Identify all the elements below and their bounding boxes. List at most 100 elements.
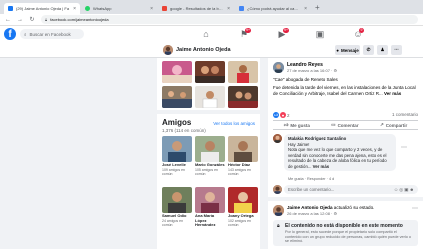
photo-thumbnail[interactable] bbox=[195, 86, 225, 108]
flag-icon[interactable]: ⚑ 9+ bbox=[238, 27, 251, 40]
browser-tab-whatsapp[interactable]: WhatsApp × bbox=[81, 3, 157, 14]
friend-item[interactable]: Ana María López Hernández bbox=[195, 187, 225, 235]
facebook-logo-icon[interactable]: f bbox=[4, 28, 16, 40]
photo-thumbnail[interactable] bbox=[162, 61, 192, 83]
profile-sticky-bar: Jaime Antonio Ojeda ● Mensaje ✆ ♟ ⋯ bbox=[0, 42, 423, 58]
friend-mutual: 24 amigos en común bbox=[162, 218, 184, 227]
friend-photo[interactable] bbox=[228, 136, 258, 162]
new-tab-button[interactable]: + bbox=[315, 3, 320, 14]
close-tab-icon[interactable]: × bbox=[73, 6, 76, 12]
friend-name[interactable]: Ana María López Hernández bbox=[195, 213, 225, 228]
like-button[interactable]: 👍︎ Me gusta bbox=[284, 122, 310, 128]
friends-card: Amigos Ver todos los amigos 1,376 (114 e… bbox=[157, 114, 260, 249]
friend-photo[interactable] bbox=[228, 187, 258, 213]
more-options-button[interactable]: ⋯ bbox=[391, 45, 402, 55]
avatar[interactable] bbox=[273, 62, 284, 73]
friend-photo[interactable] bbox=[162, 187, 192, 213]
home-icon[interactable]: ⌂ bbox=[200, 29, 212, 39]
post-text: "Cae" abogada de Reneto Sales Fue deteni… bbox=[273, 77, 418, 97]
friend-photo[interactable] bbox=[195, 136, 225, 162]
url-field[interactable]: 🔒︎ facebook.com/jaimeantonioojeda bbox=[41, 15, 418, 24]
see-more-link[interactable]: Ver más bbox=[313, 164, 330, 169]
message-button-label: Mensaje bbox=[340, 47, 359, 53]
friend-photo[interactable] bbox=[162, 136, 192, 162]
comment-input[interactable]: Escribe un comentario... ☺ ◎ ▣ ☻ bbox=[284, 185, 418, 194]
photo-thumbnail[interactable] bbox=[195, 61, 225, 83]
see-more-link[interactable]: Ver más bbox=[384, 91, 401, 96]
main-nav: ⌂ ⚑ 9+ ▶ 9+ ▣ ☺ 9 bbox=[200, 27, 364, 41]
groups-icon[interactable]: ☺ 9 bbox=[352, 28, 364, 39]
photo-thumbnail[interactable] bbox=[162, 86, 192, 108]
post-timestamp[interactable]: 26 de marzo a las 12:08 · ⚙ bbox=[287, 211, 337, 216]
browser-tab-facebook[interactable]: (29) Jaime Antonio Ojeda | Fa × bbox=[4, 3, 80, 14]
unavailable-description: Por lo general, esto sucede porque el pr… bbox=[285, 230, 412, 244]
browser-address-bar: ← → ↻ 🔒︎ facebook.com/jaimeantonioojeda bbox=[0, 14, 423, 26]
post-headline: "Cae" abogada de Reneto Sales bbox=[273, 77, 338, 82]
comment-meta[interactable]: Me gusta · Responder · 4 d bbox=[288, 177, 334, 181]
message-button[interactable]: ● Mensaje bbox=[335, 45, 360, 55]
avatar bbox=[273, 185, 282, 194]
avatar[interactable] bbox=[273, 205, 284, 216]
friend-item[interactable]: Joany Ortega 102 amigos en común bbox=[228, 187, 258, 235]
post-author-line: Jaime Antonio Ojeda actualizó su estado. bbox=[287, 205, 374, 210]
search-icon: ⌕ bbox=[24, 31, 27, 37]
call-button[interactable]: ✆ bbox=[363, 45, 374, 55]
photo-thumbnail[interactable] bbox=[228, 61, 258, 83]
post-author[interactable]: Jaime Antonio Ojeda bbox=[287, 205, 333, 210]
close-tab-icon[interactable]: × bbox=[227, 6, 230, 12]
browser-tab-article[interactable]: ¿Cómo podrá ayudar al campesino? | ... × bbox=[235, 3, 311, 14]
search-input[interactable]: ⌕ Buscar en Facebook bbox=[20, 29, 84, 39]
friend-name[interactable]: Mario Gonzáles bbox=[195, 162, 225, 168]
facebook-header: f ⌕ Buscar en Facebook ⌂ ⚑ 9+ ▶ 9+ ▣ ☺ 9 bbox=[0, 26, 423, 42]
browser-tab-bar: (29) Jaime Antonio Ojeda | Fa × WhatsApp… bbox=[0, 0, 423, 14]
reaction-icons[interactable]: 👍︎ ♥ 2 bbox=[273, 112, 290, 118]
back-arrow-icon[interactable]: ← bbox=[5, 17, 11, 23]
more-dots-icon: ⋯ bbox=[394, 47, 399, 52]
post-action-text: actualizó su estado. bbox=[332, 205, 375, 210]
see-all-friends-link[interactable]: Ver todos los amigos bbox=[213, 121, 255, 126]
comment-line: Nota que me vez lo que comparto y 2 vece… bbox=[288, 147, 387, 169]
friends-button[interactable]: ♟ bbox=[377, 45, 388, 55]
post-timestamp[interactable]: 27 de marzo a las 16:07 · ⚙ bbox=[287, 68, 337, 73]
profile-actions: ● Mensaje ✆ ♟ ⋯ bbox=[335, 45, 402, 55]
comment-icon: ▭ bbox=[331, 122, 336, 127]
photo-thumbnail[interactable] bbox=[228, 86, 258, 108]
video-icon[interactable]: ▶ 9+ bbox=[276, 27, 289, 40]
friend-mutual: 109 amigos en común bbox=[162, 167, 185, 176]
comment-tools-icon[interactable]: ☺ ◎ ▣ ☻ bbox=[394, 187, 414, 193]
friends-title[interactable]: Amigos bbox=[162, 118, 191, 127]
profile-name[interactable]: Jaime Antonio Ojeda bbox=[176, 47, 231, 53]
like-reaction-icon: 👍︎ bbox=[273, 112, 279, 118]
share-button[interactable]: ↗ Compartir bbox=[380, 122, 407, 128]
content-unavailable-box: 🔒︎ El contenido no está disponible en es… bbox=[273, 220, 418, 246]
close-tab-icon[interactable]: × bbox=[304, 6, 307, 12]
friend-item[interactable]: Mario Gonzáles 105 amigos en común bbox=[195, 136, 225, 184]
comment-button[interactable]: ▭ Comentar bbox=[331, 122, 358, 128]
notification-badge: 9+ bbox=[283, 27, 289, 33]
browser-tab-google[interactable]: google - Resultados de la búsq × bbox=[158, 3, 234, 14]
comment-count[interactable]: 1 comentario bbox=[392, 112, 418, 118]
forward-arrow-icon[interactable]: → bbox=[17, 17, 23, 23]
friend-mutual: 102 amigos en común bbox=[228, 218, 251, 227]
avatar[interactable] bbox=[163, 45, 173, 55]
post-card: Jaime Antonio Ojeda actualizó su estado.… bbox=[268, 201, 423, 249]
reload-icon[interactable]: ↻ bbox=[29, 16, 35, 23]
more-dots-icon[interactable]: ⋯ bbox=[401, 144, 407, 151]
thumbs-up-icon: 👍︎ bbox=[283, 122, 289, 127]
marketplace-icon[interactable]: ▣ bbox=[314, 29, 326, 40]
post-actions: 👍︎ Me gusta ▭ Comentar ↗ Compartir bbox=[273, 120, 418, 130]
tab-title: google - Resultados de la búsq bbox=[170, 6, 225, 11]
friend-photo[interactable] bbox=[195, 187, 225, 213]
close-tab-icon[interactable]: × bbox=[150, 6, 153, 12]
friend-item[interactable]: Samuel Odio 24 amigos en común bbox=[162, 187, 192, 235]
reaction-count: 2 bbox=[287, 112, 290, 118]
more-dots-icon[interactable]: ⋯ bbox=[412, 205, 418, 212]
avatar[interactable] bbox=[273, 134, 282, 143]
friend-name[interactable]: Joany Ortega bbox=[228, 213, 258, 219]
tab-title: ¿Cómo podrá ayudar al campesino? | ... bbox=[247, 6, 302, 11]
friend-item[interactable]: Héctor Díaz 143 amigos en común bbox=[228, 136, 258, 184]
reaction-summary: 👍︎ ♥ 2 1 comentario bbox=[273, 112, 418, 118]
facebook-favicon-icon bbox=[8, 6, 13, 11]
messenger-icon: ● bbox=[336, 47, 339, 53]
friend-item[interactable]: José Levelle 109 amigos en común bbox=[162, 136, 192, 184]
